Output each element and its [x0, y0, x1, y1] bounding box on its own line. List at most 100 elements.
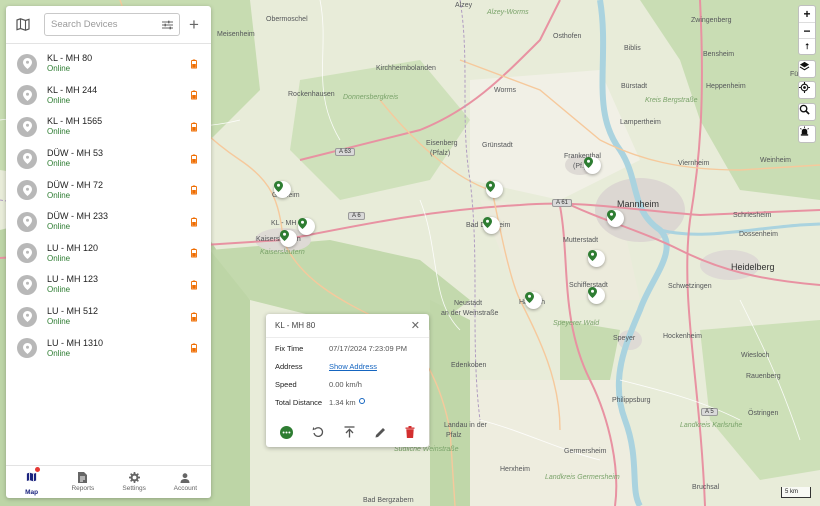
add-device-button[interactable]: + [189, 16, 199, 33]
nav-reports[interactable]: Reports [57, 466, 108, 498]
upload-command-icon[interactable] [344, 426, 355, 438]
place-label: Osthofen [553, 33, 582, 40]
device-marker[interactable] [298, 218, 315, 235]
place-label: Schriesheim [733, 212, 772, 219]
device-item[interactable]: LU - MH 120 Online [6, 238, 211, 270]
battery-icon [191, 312, 197, 322]
highway-shield: A 5 [701, 408, 718, 416]
more-options-icon[interactable] [279, 425, 293, 439]
place-label: Grünstadt [482, 142, 513, 149]
place-label: Alzey [455, 2, 473, 9]
device-item[interactable]: DÜW - MH 72 Online [6, 174, 211, 206]
device-status: Online [47, 190, 71, 200]
device-item[interactable]: LU - MH 512 Online [6, 301, 211, 333]
location-pin-icon [22, 216, 32, 228]
alarm-button[interactable] [798, 125, 816, 143]
place-label: Dossenheim [739, 231, 778, 238]
device-status: Online [47, 317, 71, 327]
device-status: Online [47, 348, 71, 358]
place-label: Schwetzingen [668, 283, 712, 290]
device-marker[interactable] [486, 181, 503, 198]
close-icon[interactable]: ✕ [411, 319, 420, 332]
map-search-button[interactable] [798, 103, 816, 121]
place-label: Alzey-Worms [487, 9, 529, 16]
device-marker[interactable] [584, 157, 601, 174]
device-marker[interactable] [588, 250, 605, 267]
scale-bar: 5 km [781, 487, 811, 498]
device-marker[interactable] [280, 230, 297, 247]
zoom-controls: + − ⭡ [798, 5, 816, 55]
device-name: DÜW - MH 233 [47, 211, 109, 222]
nav-account-label: Account [173, 484, 198, 492]
compass-north-icon[interactable]: ⭡ [799, 38, 815, 54]
popup-actions [266, 422, 429, 442]
nav-account[interactable]: Account [160, 466, 211, 498]
device-popup: KL - MH 80 ✕ Fix Time 07/17/2024 7:23:09… [266, 314, 429, 447]
search-input[interactable] [51, 19, 162, 30]
place-label: Obermoschel [266, 16, 308, 23]
place-label: Landau in der [444, 422, 487, 429]
nav-settings[interactable]: Settings [109, 466, 160, 498]
device-name: KL - MH 1565 [47, 116, 103, 127]
place-label: Herxheim [500, 466, 530, 473]
address-row: Address Show Address [275, 362, 377, 371]
show-address-link[interactable]: Show Address [329, 362, 377, 371]
device-marker[interactable] [588, 287, 605, 304]
place-label: Germersheim [564, 448, 607, 455]
device-status: Online [47, 253, 71, 263]
device-marker[interactable] [607, 210, 624, 227]
zoom-out-button[interactable]: − [799, 22, 815, 38]
edit-pencil-icon[interactable] [375, 427, 386, 438]
device-status: Online [47, 64, 71, 74]
place-label: Östringen [748, 410, 779, 417]
map-toggle-button[interactable] [12, 14, 34, 36]
place-label: (Pfalz) [430, 150, 451, 157]
location-pin-icon [22, 279, 32, 291]
map-icon [16, 18, 30, 31]
layers-icon [799, 61, 810, 71]
delete-trash-icon[interactable] [405, 426, 415, 438]
location-pin-icon [22, 58, 32, 70]
battery-icon [191, 90, 197, 100]
device-item[interactable]: KL - MH 80 Online [6, 48, 211, 80]
device-item[interactable]: KL - MH 244 Online [6, 80, 211, 112]
distance-value: 1.34 km [329, 398, 356, 407]
layers-button[interactable] [798, 60, 816, 78]
info-icon[interactable] [358, 398, 365, 404]
place-label: Viernheim [678, 160, 710, 167]
place-label: Kreis Bergstraße [645, 97, 698, 104]
device-item[interactable]: LU - MH 1310 Online [6, 332, 211, 364]
locate-button[interactable] [798, 81, 816, 99]
place-label: Rockenhausen [288, 91, 335, 98]
device-item[interactable]: LU - MH 123 Online [6, 269, 211, 301]
device-item[interactable]: KL - MH 1565 Online [6, 111, 211, 143]
device-marker[interactable] [274, 181, 291, 198]
battery-icon [191, 154, 197, 164]
device-avatar [17, 85, 37, 106]
distance-row: Total Distance 1.34 km [275, 398, 365, 407]
search-icon [799, 104, 810, 115]
battery-icon [191, 185, 197, 195]
device-item[interactable]: DÜW - MH 233 Online [6, 206, 211, 238]
device-marker[interactable] [525, 292, 542, 309]
nav-settings-label: Settings [122, 485, 146, 492]
filter-tune-icon[interactable] [162, 20, 173, 30]
zoom-in-button[interactable]: + [799, 6, 815, 22]
place-label: Mutterstadt [563, 237, 599, 244]
fix-time-value: 07/17/2024 7:23:09 PM [329, 344, 407, 353]
place-label: Hockenheim [663, 333, 702, 340]
device-item[interactable]: DÜW - MH 53 Online [6, 143, 211, 175]
location-pin-icon [22, 121, 32, 133]
nav-map[interactable]: Map [6, 466, 57, 498]
place-label: Bruchsal [692, 484, 720, 491]
replay-icon[interactable] [312, 426, 324, 438]
device-status: Online [47, 95, 71, 105]
place-label: Neustadt [454, 300, 483, 307]
popup-title: KL - MH 80 [275, 321, 316, 330]
sidebar-header: + [6, 6, 211, 44]
device-avatar [17, 338, 37, 359]
place-label: Bürstadt [621, 83, 648, 90]
device-list: KL - MH 80 Online KL - MH 244 Online KL - … [6, 44, 211, 364]
location-pin-icon [22, 342, 32, 354]
device-marker[interactable] [483, 217, 500, 234]
